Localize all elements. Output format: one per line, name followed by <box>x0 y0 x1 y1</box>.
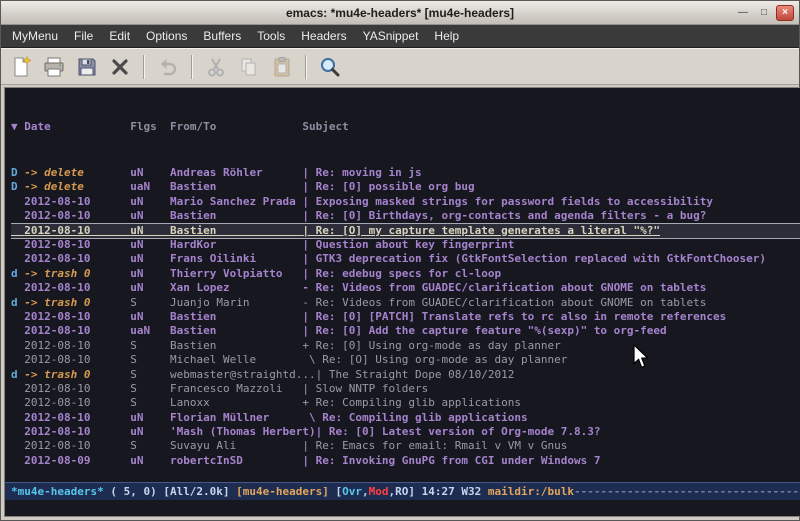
echo-area <box>5 500 800 516</box>
toolbar <box>1 48 799 85</box>
message-row[interactable]: 2012-08-10 uN Bastien | Re: [O] my captu… <box>11 224 800 238</box>
toolbar-separator <box>305 55 307 79</box>
message-row[interactable]: d -> trash 0 uN Thierry Volpiatto | Re: … <box>11 267 800 281</box>
frame-inner: ▼ Date Flgs From/To Subject D -> delete … <box>4 87 800 517</box>
window-controls: — □ × <box>734 5 794 21</box>
modeline-dashes: ----------------------------------------… <box>574 485 800 498</box>
message-row[interactable]: d -> trash 0 S webmaster@straightd...| T… <box>11 368 800 382</box>
menu-item-options[interactable]: Options <box>138 25 195 47</box>
new-file-button[interactable] <box>6 52 36 82</box>
maximize-button[interactable]: □ <box>755 5 773 21</box>
paste-icon <box>271 56 293 78</box>
message-row[interactable]: 2012-08-10 S Francesco Mazzoli | Slow NN… <box>11 382 800 396</box>
message-row[interactable]: d -> trash 0 S Juanjo Marin - Re: Videos… <box>11 296 800 310</box>
menu-item-yasnippet[interactable]: YASnippet <box>355 25 427 47</box>
menu-item-headers[interactable]: Headers <box>293 25 354 47</box>
message-row[interactable]: 2012-08-10 S Michael Welle \ Re: [O] Usi… <box>11 353 800 367</box>
menu-item-edit[interactable]: Edit <box>101 25 138 47</box>
modeline-overwrite-indicator: Ovr <box>342 485 362 498</box>
message-row[interactable]: 2012-08-10 uN Bastien | Re: [0] [PATCH] … <box>11 310 800 324</box>
cut-button[interactable] <box>201 52 231 82</box>
undo-button[interactable] <box>153 52 183 82</box>
message-row[interactable]: 2012-08-09 uN robertcInSD | Re: Invoking… <box>11 454 800 468</box>
modeline-buffer-name: *mu4e-headers* <box>11 485 104 498</box>
toolbar-separator <box>143 55 145 79</box>
message-row[interactable]: 2012-08-10 uN 'Mash (Thomas Herbert)| Re… <box>11 425 800 439</box>
modeline-comma: , <box>362 485 369 498</box>
search-icon <box>319 56 341 78</box>
modeline-readonly-indicator: ,RO] <box>389 485 422 498</box>
message-list: D -> delete uN Andreas Röhler | Re: movi… <box>11 166 800 468</box>
message-row[interactable]: 2012-08-10 uaN Bastien | Re: [0] Add the… <box>11 324 800 338</box>
search-button[interactable] <box>315 52 345 82</box>
modeline-maildir: maildir:/bulk <box>488 485 574 498</box>
message-row[interactable]: D -> delete uaN Bastien | Re: [0] possib… <box>11 180 800 194</box>
message-row[interactable]: 2012-08-10 S Lanoxx + Re: Compiling glib… <box>11 396 800 410</box>
modeline-stats: ( 5, 0) [All/2.0k] <box>104 485 236 498</box>
frame: ▼ Date Flgs From/To Subject D -> delete … <box>1 85 799 520</box>
paste-button[interactable] <box>267 52 297 82</box>
modeline-time: 14:27 W32 <box>422 485 488 498</box>
message-row[interactable]: 2012-08-10 S Suvayu Ali | Re: Emacs for … <box>11 439 800 453</box>
menu-item-buffers[interactable]: Buffers <box>195 25 249 47</box>
minimize-button[interactable]: — <box>734 5 752 21</box>
modeline-modified-indicator: Mod <box>369 485 389 498</box>
save-icon <box>76 56 98 78</box>
message-row[interactable]: 2012-08-10 uN Florian Müllner \ Re: Comp… <box>11 411 800 425</box>
close-icon <box>109 56 131 78</box>
toolbar-separator <box>191 55 193 79</box>
save-button[interactable] <box>72 52 102 82</box>
menu-item-help[interactable]: Help <box>426 25 467 47</box>
message-row[interactable]: D -> delete uN Andreas Röhler | Re: movi… <box>11 166 800 180</box>
window-title: emacs: *mu4e-headers* [mu4e-headers] <box>286 6 514 20</box>
titlebar[interactable]: emacs: *mu4e-headers* [mu4e-headers] — □… <box>1 1 799 25</box>
copy-icon <box>238 56 260 78</box>
close-buffer-button[interactable] <box>105 52 135 82</box>
emacs-window: emacs: *mu4e-headers* [mu4e-headers] — □… <box>0 0 800 521</box>
menu-item-mymenu[interactable]: MyMenu <box>4 25 66 47</box>
message-row[interactable]: 2012-08-10 uN Bastien | Re: [0] Birthday… <box>11 209 800 223</box>
undo-icon <box>157 56 179 78</box>
message-row[interactable]: 2012-08-10 S Bastien + Re: [0] Using org… <box>11 339 800 353</box>
print-button[interactable] <box>39 52 69 82</box>
message-row[interactable]: 2012-08-10 uN Frans Oilinki | GTK3 depre… <box>11 252 800 266</box>
menu-item-file[interactable]: File <box>66 25 101 47</box>
menubar: MyMenu File Edit Options Buffers Tools H… <box>1 25 799 48</box>
message-row[interactable]: 2012-08-10 uN Xan Lopez - Re: Videos fro… <box>11 281 800 295</box>
message-row[interactable]: 2012-08-10 uN Mario Sanchez Prada | Expo… <box>11 195 800 209</box>
modeline: *mu4e-headers* ( 5, 0) [All/2.0k] [mu4e-… <box>5 482 800 500</box>
column-headers: ▼ Date Flgs From/To Subject <box>11 119 800 137</box>
headers-buffer[interactable]: ▼ Date Flgs From/To Subject D -> delete … <box>5 88 800 482</box>
new-file-icon <box>10 56 32 78</box>
message-row[interactable]: 2012-08-10 uN HardKor | Question about k… <box>11 238 800 252</box>
cut-icon <box>205 56 227 78</box>
copy-button[interactable] <box>234 52 264 82</box>
modeline-bracket-open: [ <box>329 485 342 498</box>
print-icon <box>43 56 65 78</box>
menu-item-tools[interactable]: Tools <box>249 25 293 47</box>
close-button[interactable]: × <box>776 5 794 21</box>
modeline-major-mode: [mu4e-headers] <box>236 485 329 498</box>
